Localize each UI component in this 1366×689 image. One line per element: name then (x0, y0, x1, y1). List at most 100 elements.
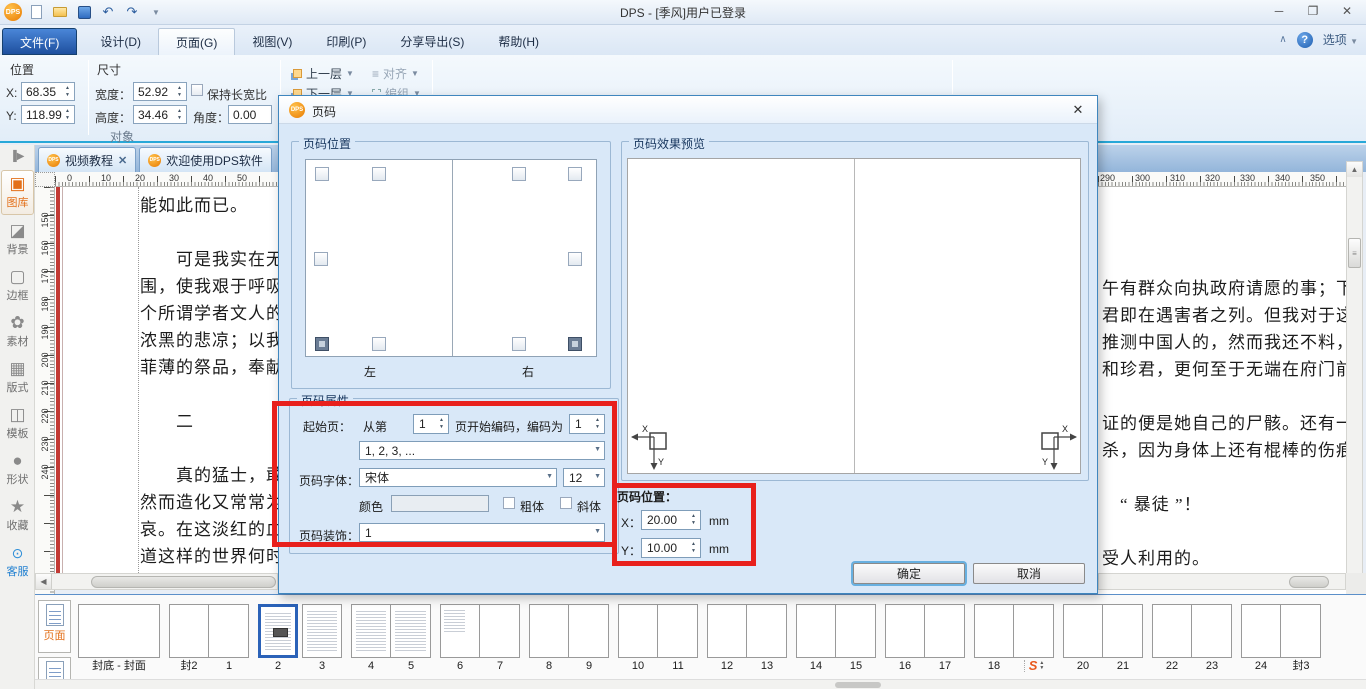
page-thumbnail-22[interactable] (1152, 604, 1192, 658)
sidebar-item-favorites[interactable]: ★ 收藏 (1, 494, 34, 537)
width-input[interactable]: 52.92 ▲ ▼ (133, 82, 187, 101)
pos-left-bottom-center-checkbox[interactable] (372, 337, 386, 351)
page-thumbnail-15[interactable] (836, 604, 876, 658)
color-swatch[interactable] (391, 495, 489, 512)
coord-y-input[interactable]: 10.00 ▲ ▼ (641, 538, 701, 558)
document-tab-欢迎使用DPS软件[interactable]: DPS 欢迎使用DPS软件 (139, 147, 272, 172)
page-thumbnail-7[interactable] (480, 604, 520, 658)
page-thumbnail-18[interactable] (974, 604, 1014, 658)
page-thumbnail-8[interactable] (529, 604, 569, 658)
y-spinner[interactable]: ▲ ▼ (62, 106, 73, 123)
coord-x-spinner[interactable]: ▲ ▼ (688, 511, 699, 528)
pos-left-top-center-checkbox[interactable] (372, 167, 386, 181)
start-page-spinner[interactable]: ▲ ▼ (436, 415, 447, 432)
page-thumbnail-16[interactable] (885, 604, 925, 658)
page-thumbnail-9[interactable] (569, 604, 609, 658)
page-thumbnail-1[interactable] (209, 604, 249, 658)
ok-button[interactable]: 确定 (853, 563, 965, 584)
v-scrollbar-thumb[interactable]: ≡ (1348, 238, 1361, 268)
page-thumbnail-21[interactable] (1103, 604, 1143, 658)
page-thumbnail-14[interactable] (796, 604, 836, 658)
page-thumbnail[interactable] (1014, 604, 1054, 658)
height-input[interactable]: 34.46 ▲ ▼ (133, 105, 187, 124)
page-thumbnail-3[interactable] (302, 604, 342, 658)
h-scrollbar-left[interactable]: ◀ (35, 573, 278, 590)
h-scrollbar-right[interactable] (1098, 573, 1346, 590)
coord-y-spinner[interactable]: ▲ ▼ (688, 539, 699, 556)
page-thumbnail-封3[interactable] (1281, 604, 1321, 658)
sidebar-item-shape[interactable]: ● 形状 (1, 448, 34, 491)
sidebar-item-support[interactable]: ⊙ 客服 (1, 540, 34, 583)
page-thumbnail-5[interactable] (391, 604, 431, 658)
menu-tab-页面(G)[interactable]: 页面(G) (158, 28, 236, 55)
coord-x-input[interactable]: 20.00 ▲ ▼ (641, 510, 701, 530)
page-thumbnail-13[interactable] (747, 604, 787, 658)
minimize-button[interactable]: ─ (1262, 0, 1296, 22)
decoration-dropdown[interactable]: 1 (359, 523, 605, 542)
canvas-left[interactable]: 能如此而已。 可是我实在无围，使我艰于呼吸视个所谓学者文人的阴浓黑的悲凉；以我的… (55, 187, 278, 573)
page-thumbnail-封底 - 封面[interactable] (78, 604, 160, 658)
v-scrollbar[interactable]: ▲ ≡ ▼ (1346, 161, 1363, 591)
sidebar-item-material[interactable]: ✿ 素材 (1, 310, 34, 353)
options-menu[interactable]: 选项 ▼ (1323, 31, 1358, 48)
pos-right-bottom-center-checkbox[interactable] (512, 337, 526, 351)
canvas-right[interactable]: 午有群众向执政府请愿的事；下午便得君即在遇害者之列。但我对于这些传说推测中国人的… (1098, 187, 1346, 594)
pos-right-middle-right-checkbox[interactable] (568, 252, 582, 266)
sidebar-item-border[interactable]: ▢ 边框 (1, 264, 34, 307)
menu-tab-文件(F)[interactable]: 文件(F) (2, 28, 78, 55)
x-spinner[interactable]: ▲ ▼ (62, 83, 73, 100)
align-button[interactable]: ≡ 对齐 ▼ (372, 65, 419, 82)
keep-ratio-checkbox[interactable] (191, 84, 203, 96)
scroll-up-arrow[interactable]: ▲ (1347, 162, 1362, 177)
start-page-input[interactable]: 1 ▲ ▼ (413, 414, 449, 434)
cancel-button[interactable]: 取消 (973, 563, 1085, 584)
x-position-input[interactable]: 68.35 ▲ ▼ (21, 82, 75, 101)
document-tab-视频教程[interactable]: DPS 视频教程 ✕ (38, 147, 137, 172)
pos-right-top-center-checkbox[interactable] (512, 167, 526, 181)
menu-tab-设计(D)[interactable]: 设计(D) (83, 28, 158, 55)
sidebar-item-layout[interactable]: ▦ 版式 (1, 356, 34, 399)
close-button[interactable]: ✕ (1330, 0, 1364, 22)
page-thumbnail-17[interactable] (925, 604, 965, 658)
sidebar-item-gallery[interactable]: ▣ 图库 (1, 170, 34, 215)
y-position-input[interactable]: 118.99 ▲ ▼ (21, 105, 75, 124)
italic-checkbox[interactable] (560, 497, 572, 509)
page-thumbnail-4[interactable] (351, 604, 391, 658)
pos-right-bottom-right-checkbox[interactable] (568, 337, 582, 351)
restore-button[interactable]: ❐ (1296, 0, 1330, 22)
h-scrollbar-thumb[interactable] (91, 576, 276, 588)
help-icon[interactable]: ? (1296, 31, 1313, 48)
thumbnail-scrollbar-thumb[interactable] (835, 682, 881, 688)
page-thumbnail-封2[interactable] (169, 604, 209, 658)
page-thumbnail-6[interactable] (440, 604, 480, 658)
page-thumbnail-12[interactable] (707, 604, 747, 658)
scroll-left-arrow[interactable]: ◀ (36, 574, 52, 589)
thumbnail-scrollbar[interactable] (35, 679, 1366, 689)
encode-value-input[interactable]: 1 ▲ ▼ (569, 414, 605, 434)
page-thumbnail-23[interactable] (1192, 604, 1232, 658)
page-thumbnail-11[interactable] (658, 604, 698, 658)
menu-tab-帮助(H)[interactable]: 帮助(H) (481, 28, 556, 55)
h-scrollbar-thumb-right[interactable] (1289, 576, 1329, 588)
page-thumbnail-2[interactable] (258, 604, 298, 658)
height-spinner[interactable]: ▲ ▼ (174, 106, 185, 123)
bold-checkbox[interactable] (503, 497, 515, 509)
page-thumbnail-10[interactable] (618, 604, 658, 658)
encode-spinner[interactable]: ▲ ▼ (592, 415, 603, 432)
angle-input[interactable]: 0.00 (228, 105, 272, 124)
pos-left-top-left-checkbox[interactable] (315, 167, 329, 181)
pos-left-middle-left-checkbox[interactable] (314, 252, 328, 266)
tab-pages[interactable]: 页面 (38, 600, 71, 653)
close-tab-icon[interactable]: ✕ (118, 154, 127, 167)
collapse-ribbon-icon[interactable]: ∧ (1279, 34, 1286, 45)
sidebar-item-template[interactable]: ◫ 模板 (1, 402, 34, 445)
font-size-dropdown[interactable]: 12 (563, 468, 605, 487)
font-dropdown[interactable]: 宋体 (359, 468, 557, 487)
menu-tab-印刷(P)[interactable]: 印刷(P) (309, 28, 383, 55)
dialog-title-bar[interactable]: DPS 页码 ✕ (279, 96, 1097, 124)
bring-forward-button[interactable]: 上一层 ▼ (293, 65, 354, 82)
page-thumbnail-24[interactable] (1241, 604, 1281, 658)
menu-tab-分享导出(S)[interactable]: 分享导出(S) (383, 28, 481, 55)
pos-right-top-right-checkbox[interactable] (568, 167, 582, 181)
pos-left-bottom-left-checkbox[interactable] (315, 337, 329, 351)
